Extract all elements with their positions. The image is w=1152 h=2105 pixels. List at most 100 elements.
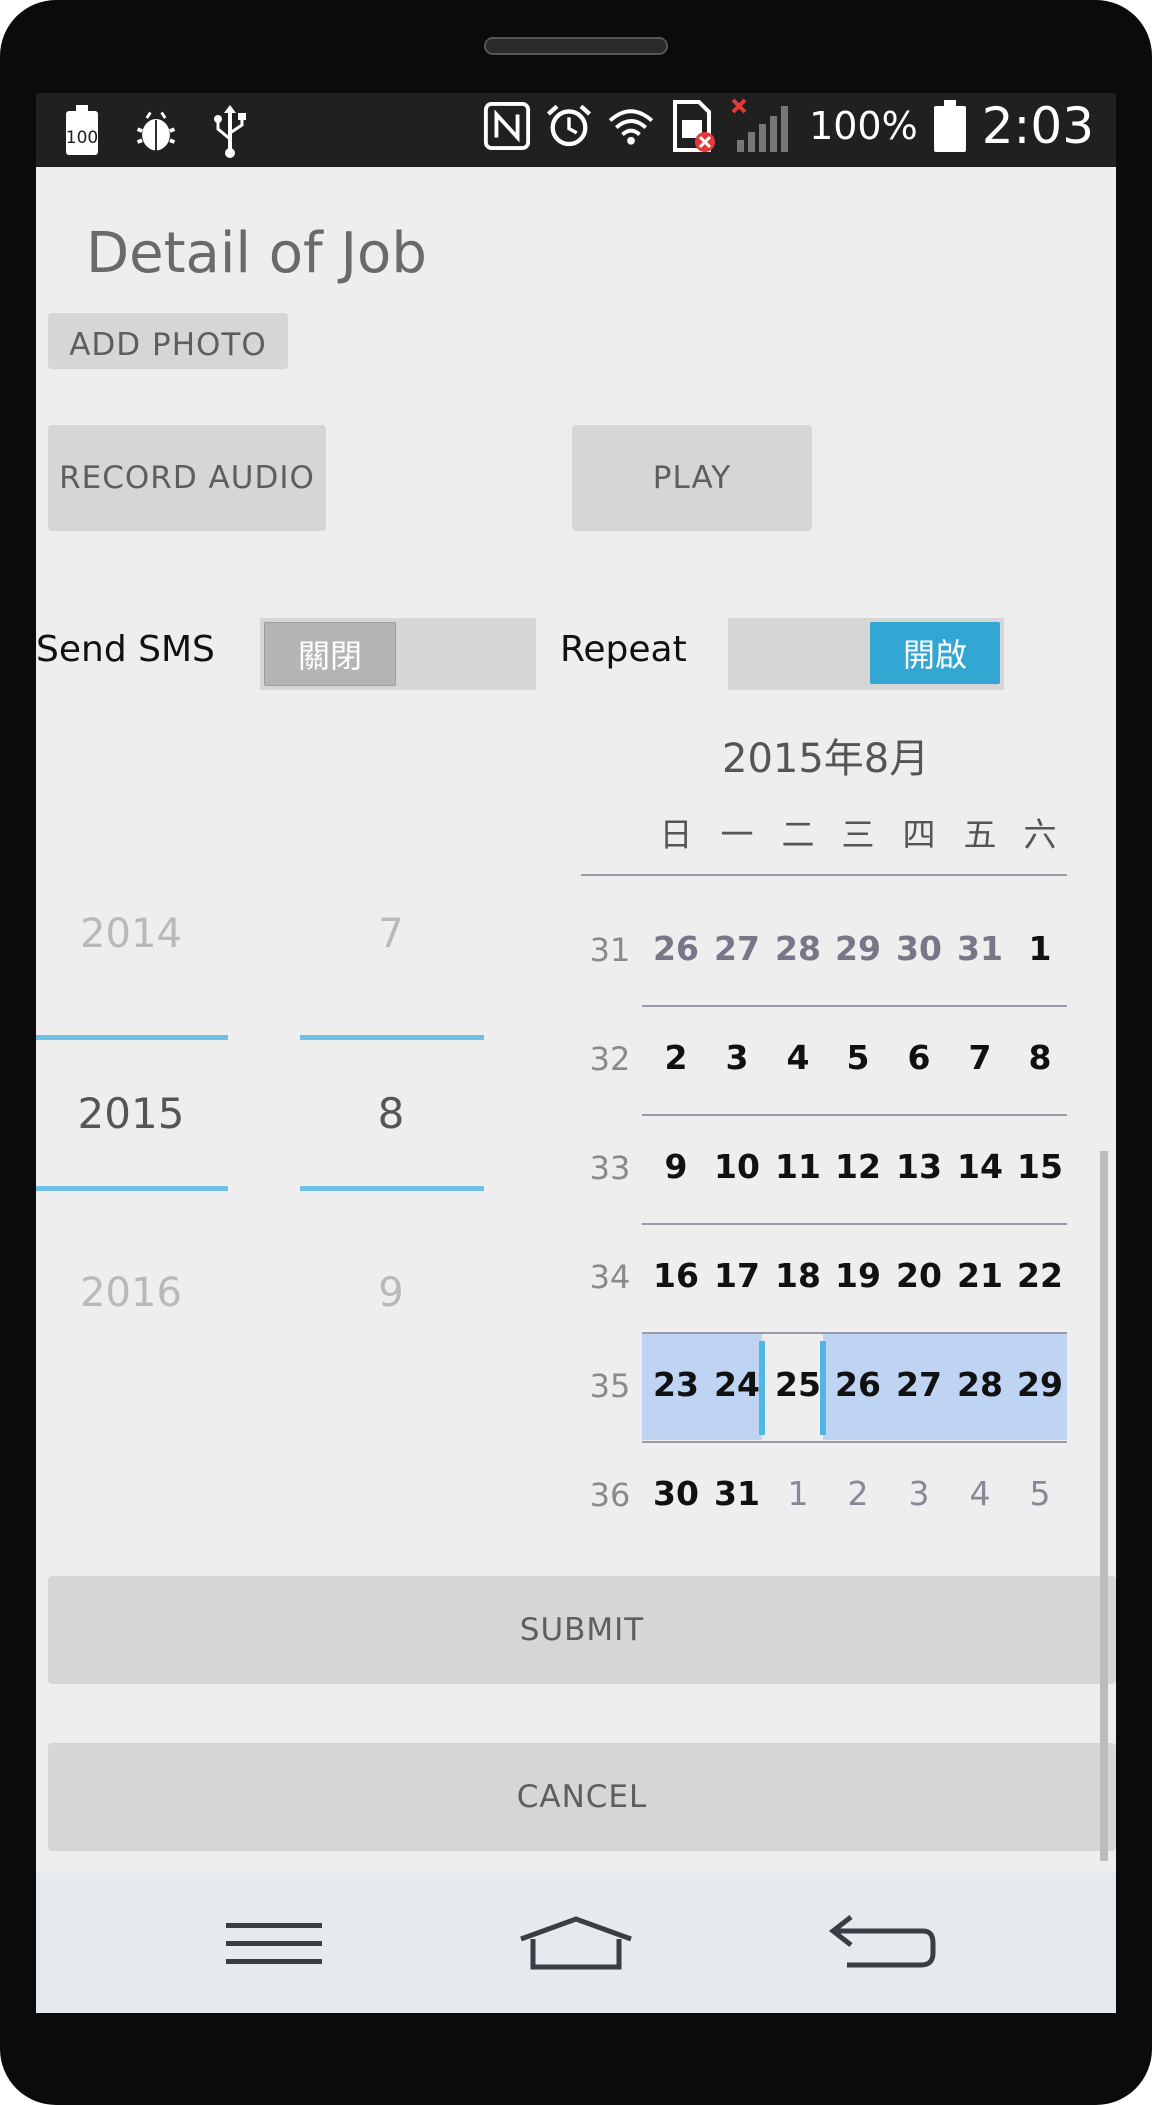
alarm-icon	[545, 98, 593, 154]
nfc-icon	[483, 98, 531, 154]
scrollbar[interactable]	[1100, 1151, 1108, 1861]
weekday-header: 一	[720, 815, 754, 854]
home-icon[interactable]	[506, 1903, 646, 1983]
week-number: 34	[589, 1258, 631, 1296]
calendar-day[interactable]: 18	[768, 1256, 828, 1295]
battery-percent: 100%	[809, 104, 918, 148]
add-photo-button[interactable]: ADD PHOTO	[48, 313, 288, 369]
menu-icon[interactable]	[204, 1903, 344, 1983]
calendar-day[interactable]: 1	[1010, 929, 1070, 968]
week-number: 32	[589, 1040, 631, 1078]
week-number: 33	[589, 1149, 631, 1187]
send-sms-switch-knob: 關閉	[264, 622, 396, 686]
weekday-header: 六	[1023, 815, 1057, 854]
month-prev[interactable]: 7	[296, 911, 486, 957]
calendar-day[interactable]: 24	[707, 1365, 767, 1404]
calendar-day[interactable]: 15	[1010, 1147, 1070, 1186]
back-icon[interactable]	[812, 1903, 952, 1983]
calendar-day[interactable]: 26	[646, 929, 706, 968]
send-sms-switch[interactable]: 關閉	[260, 618, 536, 690]
calendar-day[interactable]: 4	[950, 1474, 1010, 1513]
navigation-bar	[36, 1873, 1116, 2013]
calendar-day[interactable]: 3	[889, 1474, 949, 1513]
calendar-day[interactable]: 13	[889, 1147, 949, 1186]
calendar-day[interactable]: 14	[950, 1147, 1010, 1186]
calendar-day[interactable]: 9	[646, 1147, 706, 1186]
earpiece-speaker	[484, 37, 668, 55]
weekday-header: 四	[902, 815, 936, 854]
calendar-day[interactable]: 10	[707, 1147, 767, 1186]
month-next[interactable]: 9	[296, 1270, 486, 1316]
calendar-day[interactable]: 6	[889, 1038, 949, 1077]
year-next[interactable]: 2016	[36, 1270, 226, 1316]
calendar-day[interactable]: 20	[889, 1256, 949, 1295]
no-signal-icon	[731, 98, 795, 154]
weekday-header: 三	[841, 815, 875, 854]
week-divider	[642, 1114, 1067, 1116]
debug-bug-icon	[132, 103, 180, 159]
calendar-day[interactable]: 28	[950, 1365, 1010, 1404]
repeat-label: Repeat	[560, 629, 687, 670]
month-selection-line-top	[300, 1035, 484, 1040]
calendar-day[interactable]: 30	[646, 1474, 706, 1513]
status-bar: 100 100% 2:03	[36, 93, 1116, 167]
calendar-day[interactable]: 27	[889, 1365, 949, 1404]
calendar-day[interactable]: 29	[828, 929, 888, 968]
calendar-header-divider	[581, 874, 1067, 876]
calendar-day[interactable]: 16	[646, 1256, 706, 1295]
calendar-day[interactable]: 11	[768, 1147, 828, 1186]
calendar-day[interactable]: 19	[828, 1256, 888, 1295]
weekday-header: 二	[781, 815, 815, 854]
submit-button[interactable]: SUBMIT	[48, 1576, 1116, 1684]
week-number: 35	[589, 1367, 631, 1405]
year-selection-line-top	[36, 1035, 228, 1040]
sim-error-icon	[669, 98, 717, 154]
calendar-day[interactable]: 5	[1010, 1474, 1070, 1513]
calendar-day[interactable]: 2	[646, 1038, 706, 1077]
year-selection-line-bottom	[36, 1186, 228, 1191]
week-number: 36	[589, 1476, 631, 1514]
calendar-day[interactable]: 29	[1010, 1365, 1070, 1404]
repeat-switch-knob: 開啟	[870, 622, 1000, 684]
calendar-day[interactable]: 4	[768, 1038, 828, 1077]
year-prev[interactable]: 2014	[36, 911, 226, 957]
calendar-day[interactable]: 26	[828, 1365, 888, 1404]
month-selection-line-bottom	[300, 1186, 484, 1191]
week-divider	[642, 1332, 1067, 1334]
calendar-day[interactable]: 23	[646, 1365, 706, 1404]
cancel-button[interactable]: CANCEL	[48, 1743, 1116, 1851]
calendar-day[interactable]: 7	[950, 1038, 1010, 1077]
screen: 100 100% 2:03 Detail of Job ADD PHOTO RE…	[36, 93, 1116, 2013]
week-divider	[642, 1441, 1067, 1443]
calendar-day[interactable]: 12	[828, 1147, 888, 1186]
play-button[interactable]: PLAY	[572, 425, 812, 531]
battery-icon	[932, 98, 968, 154]
calendar-day[interactable]: 2	[828, 1474, 888, 1513]
week-number: 31	[589, 931, 631, 969]
calendar-day[interactable]: 3	[707, 1038, 767, 1077]
calendar-day[interactable]: 31	[707, 1474, 767, 1513]
battery-100-icon: 100	[58, 103, 106, 159]
calendar-day[interactable]: 21	[950, 1256, 1010, 1295]
calendar-day[interactable]: 31	[950, 929, 1010, 968]
weekday-header: 五	[963, 815, 997, 854]
calendar-day[interactable]: 27	[707, 929, 767, 968]
calendar-day[interactable]: 25	[768, 1365, 828, 1404]
month-selected[interactable]: 8	[296, 1089, 486, 1138]
calendar-month-title: 2015年8月	[722, 736, 930, 782]
year-selected[interactable]: 2015	[36, 1089, 226, 1138]
repeat-switch[interactable]: 開啟	[728, 618, 1004, 690]
calendar-day[interactable]: 5	[828, 1038, 888, 1077]
weekday-header: 日	[659, 815, 693, 854]
calendar-day[interactable]: 28	[768, 929, 828, 968]
calendar-day[interactable]: 22	[1010, 1256, 1070, 1295]
add-photo-label: ADD PHOTO	[69, 327, 267, 363]
calendar-day[interactable]: 17	[707, 1256, 767, 1295]
week-divider	[642, 1005, 1067, 1007]
calendar-day[interactable]: 1	[768, 1474, 828, 1513]
calendar-day[interactable]: 30	[889, 929, 949, 968]
record-audio-button[interactable]: RECORD AUDIO	[48, 425, 326, 531]
week-divider	[642, 1223, 1067, 1225]
calendar-day[interactable]: 8	[1010, 1038, 1070, 1077]
phone-frame: 100 100% 2:03 Detail of Job ADD PHOTO RE…	[0, 0, 1152, 2105]
